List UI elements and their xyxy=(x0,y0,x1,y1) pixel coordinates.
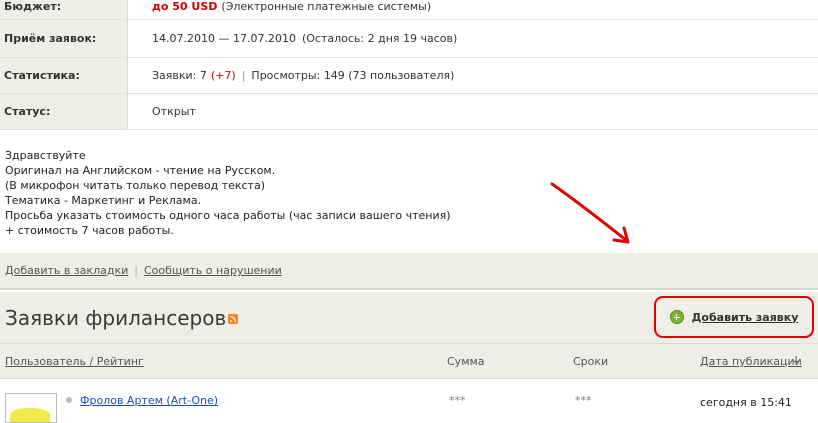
applications-dates: 14.07.2010 — 17.07.2010 xyxy=(152,32,296,45)
project-description: Здравствуйте Оригинал на Английском - чт… xyxy=(5,148,451,238)
report-violation-link[interactable]: Сообщить о нарушении xyxy=(144,264,282,277)
statistics-separator: | xyxy=(241,69,246,82)
applications-row: Приём заявок: 14.07.2010 — 17.07.2010 (О… xyxy=(0,20,818,58)
sort-arrow-down-icon[interactable]: ↓ xyxy=(792,355,800,366)
column-publish-date[interactable]: Дата публикации xyxy=(700,355,802,368)
table-row: Фролов Артем (Art-One) *** *** сегодня в… xyxy=(0,380,818,423)
applications-label: Приём заявок: xyxy=(0,20,128,57)
status-row: Статус: Открыт xyxy=(0,94,818,130)
description-line: Оригинал на Английском - чтение на Русск… xyxy=(5,164,276,177)
action-links-bar: Добавить в закладки | Сообщить о нарушении xyxy=(0,253,818,290)
column-user-rating[interactable]: Пользователь / Рейтинг xyxy=(5,355,144,368)
budget-note: (Электронные платежные системы) xyxy=(221,0,432,13)
applications-remaining: (Осталось: 2 дня 19 часов) xyxy=(301,32,458,45)
column-term: Сроки xyxy=(573,355,609,368)
status-label: Статус: xyxy=(0,94,128,129)
add-bookmark-link[interactable]: Добавить в закладки xyxy=(5,264,128,277)
description-line: (В микрофон читать только перевод текста… xyxy=(5,179,265,192)
description-line: Тематика - Маркетинг и Реклама. xyxy=(5,194,202,207)
row-sum: *** xyxy=(449,394,466,407)
project-info-table: Бюджет: до 50 USD (Электронные платежные… xyxy=(0,0,818,130)
statistics-apps: Заявки: 7 xyxy=(152,69,207,82)
statistics-row: Статистика: Заявки: 7 (+7) | Просмотры: … xyxy=(0,58,818,94)
applications-value: 14.07.2010 — 17.07.2010 (Осталось: 2 дня… xyxy=(152,20,818,57)
add-application-button[interactable]: Добавить заявку xyxy=(654,296,814,338)
budget-amount: до 50 USD xyxy=(152,0,218,13)
column-sum: Сумма xyxy=(447,355,485,368)
description-line: + стоимость 7 часов работы. xyxy=(5,224,174,237)
freelancer-applications-header: Заявки фрилансеров Добавить заявку xyxy=(0,292,818,344)
statistics-value: Заявки: 7 (+7) | Просмотры: 149 (73 поль… xyxy=(152,58,818,93)
status-value: Открыт xyxy=(152,105,196,118)
freelancer-name-link[interactable]: Фролов Артем (Art-One) xyxy=(80,394,218,407)
budget-row: Бюджет: до 50 USD (Электронные платежные… xyxy=(0,0,818,20)
statistics-apps-new: (+7) xyxy=(210,69,236,82)
budget-label: Бюджет: xyxy=(0,0,128,19)
row-term: *** xyxy=(575,394,592,407)
statistics-views: Просмотры: 149 (73 пользователя) xyxy=(251,69,455,82)
statistics-label: Статистика: xyxy=(0,58,128,93)
action-links: Добавить в закладки | Сообщить о нарушении xyxy=(5,264,282,277)
budget-value: до 50 USD (Электронные платежные системы… xyxy=(152,0,818,19)
applications-table-header: Пользователь / Рейтинг Сумма Сроки Дата … xyxy=(0,344,818,379)
status-dot-icon xyxy=(66,397,72,403)
avatar[interactable] xyxy=(5,393,57,423)
rss-icon[interactable] xyxy=(228,314,238,324)
section-title: Заявки фрилансеров xyxy=(5,306,227,330)
plus-circle-icon xyxy=(669,310,684,324)
row-date: сегодня в 15:41 xyxy=(700,396,792,409)
description-line: Просьба указать стоимость одного часа ра… xyxy=(5,209,451,222)
red-arrow-annotation-icon xyxy=(550,182,630,244)
add-application-label: Добавить заявку xyxy=(691,310,799,324)
description-line: Здравствуйте xyxy=(5,149,86,162)
link-separator: | xyxy=(134,264,138,277)
